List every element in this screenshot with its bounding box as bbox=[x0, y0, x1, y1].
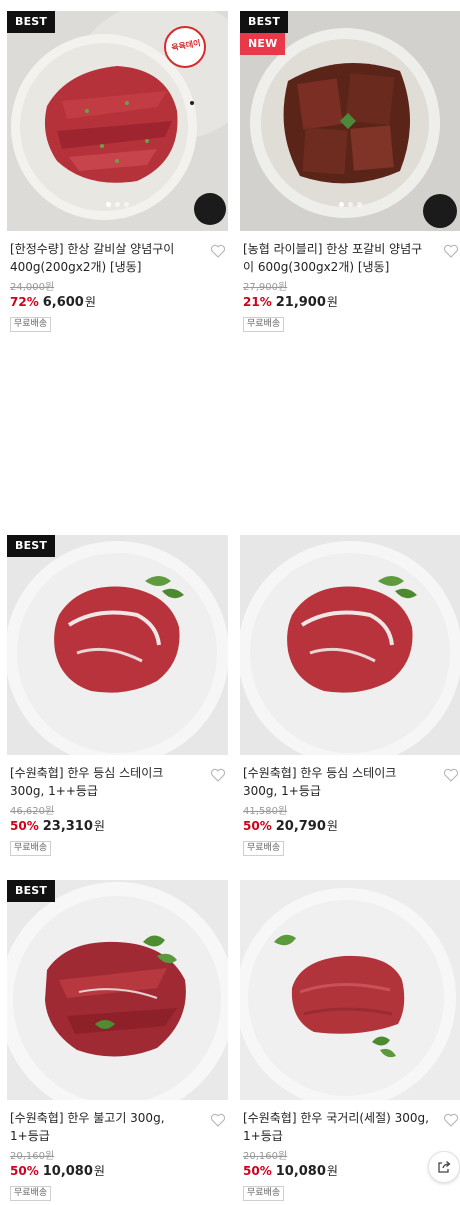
heart-outline-icon[interactable] bbox=[210, 1112, 226, 1128]
sale-price: 50% 23,310원 bbox=[10, 817, 105, 834]
discount-rate: 21% bbox=[243, 295, 272, 309]
share-button[interactable] bbox=[428, 1151, 460, 1183]
product-image[interactable] bbox=[240, 880, 460, 1100]
product-image[interactable] bbox=[240, 535, 460, 755]
product-card[interactable]: [수원축협] 한우 등심 스테이크 300g, 1+등급 41,580원 50%… bbox=[240, 535, 460, 860]
sale-price: 50% 10,080원 bbox=[10, 1162, 105, 1179]
product-card[interactable]: BEST NEW [농협 라이블리] 한상 포갈비 양념구이 600g(300g… bbox=[240, 11, 460, 336]
currency-label: 원 bbox=[84, 295, 96, 309]
price-value: 10,080 bbox=[42, 1164, 93, 1179]
price-value: 6,600 bbox=[42, 295, 84, 310]
heart-outline-icon[interactable] bbox=[443, 1112, 459, 1128]
image-pagination bbox=[7, 202, 228, 207]
product-title[interactable]: [한정수량] 한상 갈비살 양념구이 400g(200gx2개) [냉동] bbox=[10, 240, 196, 276]
price-value: 21,900 bbox=[275, 295, 326, 310]
image-pagination bbox=[240, 202, 460, 207]
product-card[interactable]: 육육데이 BEST [한정수량] 한상 갈비살 양념구이 400g(200gx2… bbox=[7, 11, 228, 336]
product-title[interactable]: [농협 라이블리] 한상 포갈비 양념구이 600g(300gx2개) [냉동] bbox=[243, 240, 429, 276]
discount-rate: 50% bbox=[243, 1164, 272, 1178]
price-value: 23,310 bbox=[42, 819, 93, 834]
currency-label: 원 bbox=[326, 295, 338, 309]
best-badge: BEST bbox=[7, 11, 56, 33]
best-badge: BEST bbox=[240, 11, 289, 33]
share-icon bbox=[438, 1161, 451, 1173]
heart-outline-icon[interactable] bbox=[210, 767, 226, 783]
price-value: 10,080 bbox=[275, 1164, 326, 1179]
currency-label: 원 bbox=[93, 1164, 105, 1178]
product-image[interactable]: BEST NEW bbox=[240, 11, 460, 231]
price-value: 20,790 bbox=[275, 819, 326, 834]
heart-outline-icon[interactable] bbox=[443, 243, 459, 259]
original-price: 46,620원 bbox=[10, 806, 55, 817]
original-price: 27,900원 bbox=[243, 282, 288, 293]
new-badge: NEW bbox=[240, 33, 286, 55]
product-image[interactable]: BEST bbox=[7, 535, 228, 755]
sale-price: 72% 6,600원 bbox=[10, 293, 96, 310]
discount-rate: 50% bbox=[10, 1164, 39, 1178]
product-card[interactable]: [수원축협] 한우 국거리(세절) 300g, 1+등급 20,160원 50%… bbox=[240, 880, 460, 1205]
currency-label: 원 bbox=[326, 819, 338, 833]
free-shipping-badge: 무료배송 bbox=[10, 841, 52, 856]
product-image[interactable]: BEST bbox=[7, 880, 228, 1100]
original-price: 24,000원 bbox=[10, 282, 55, 293]
free-shipping-badge: 무료배송 bbox=[10, 317, 52, 332]
original-price: 20,160원 bbox=[10, 1151, 55, 1162]
product-title[interactable]: [수원축협] 한우 등심 스테이크 300g, 1+등급 bbox=[243, 764, 429, 800]
heart-outline-icon[interactable] bbox=[443, 767, 459, 783]
currency-label: 원 bbox=[326, 1164, 338, 1178]
original-price: 20,160원 bbox=[243, 1151, 288, 1162]
sale-price: 50% 20,790원 bbox=[243, 817, 338, 834]
discount-rate: 72% bbox=[10, 295, 39, 309]
free-shipping-badge: 무료배송 bbox=[10, 1186, 52, 1201]
product-card[interactable]: BEST [수원축협] 한우 등심 스테이크 300g, 1++등급 46,62… bbox=[7, 535, 228, 860]
sale-price: 50% 10,080원 bbox=[243, 1162, 338, 1179]
free-shipping-badge: 무료배송 bbox=[243, 841, 285, 856]
free-shipping-badge: 무료배송 bbox=[243, 1186, 285, 1201]
discount-rate: 50% bbox=[10, 819, 39, 833]
free-shipping-badge: 무료배송 bbox=[243, 317, 285, 332]
original-price: 41,580원 bbox=[243, 806, 288, 817]
discount-rate: 50% bbox=[243, 819, 272, 833]
product-card[interactable]: BEST [수원축협] 한우 불고기 300g, 1+등급 20,160원 50… bbox=[7, 880, 228, 1205]
product-title[interactable]: [수원축협] 한우 국거리(세절) 300g, 1+등급 bbox=[243, 1109, 429, 1145]
sale-price: 21% 21,900원 bbox=[243, 293, 338, 310]
best-badge: BEST bbox=[7, 535, 56, 557]
product-image[interactable]: 육육데이 BEST bbox=[7, 11, 228, 231]
product-title[interactable]: [수원축협] 한우 등심 스테이크 300g, 1++등급 bbox=[10, 764, 196, 800]
product-title[interactable]: [수원축협] 한우 불고기 300g, 1+등급 bbox=[10, 1109, 196, 1145]
best-badge: BEST bbox=[7, 880, 56, 902]
currency-label: 원 bbox=[93, 819, 105, 833]
heart-outline-icon[interactable] bbox=[210, 243, 226, 259]
